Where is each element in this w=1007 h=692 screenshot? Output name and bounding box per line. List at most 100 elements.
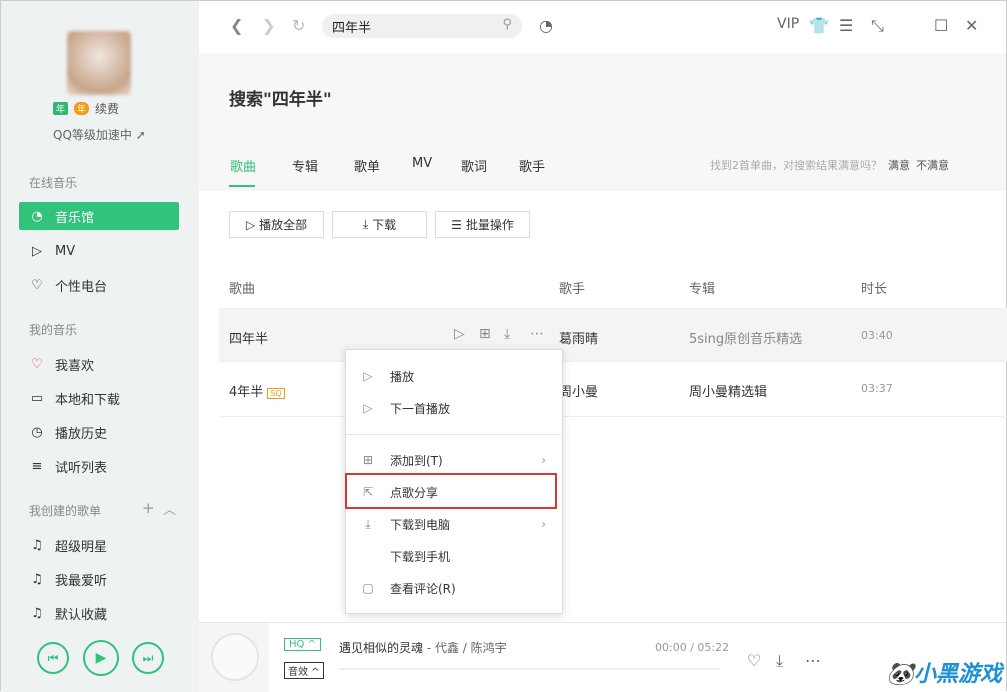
section-created-playlists: 我创建的歌单 xyxy=(29,504,102,518)
sidebar-item-label: 本地和下载 xyxy=(55,392,121,408)
unsatisfied-link[interactable]: 不满意 xyxy=(916,159,949,172)
avatar[interactable] xyxy=(67,31,131,95)
sidebar-item-playlist[interactable]: ♫ 超级明星 xyxy=(19,531,179,559)
sidebar-item-label: 我喜欢 xyxy=(55,358,95,374)
tab-albums[interactable]: 专辑 xyxy=(292,156,318,175)
row-add-icon[interactable]: ⊞ xyxy=(479,326,491,342)
tab-mv[interactable]: MV xyxy=(412,156,432,171)
album-disc-icon[interactable] xyxy=(211,633,259,681)
forward-icon[interactable]: ❯ xyxy=(262,16,275,35)
sidebar-item-label: 个性电台 xyxy=(55,279,108,295)
table-row[interactable]: 4年半 SQ 周小曼 周小曼精选辑 03:37 xyxy=(219,363,1007,417)
song-album[interactable]: 5sing原创音乐精选 xyxy=(689,328,802,347)
refresh-icon[interactable]: ↻ xyxy=(292,16,305,35)
menu-item-download-pc[interactable]: ⤓ 下载到电脑 › xyxy=(346,508,562,540)
sound-effect-button[interactable]: 音效 ^ xyxy=(284,662,324,679)
skin-icon[interactable]: 👕 xyxy=(809,16,829,35)
sidebar-item-music-hall[interactable]: ◔ 音乐馆 xyxy=(19,202,179,230)
luxury-badge[interactable]: 年 xyxy=(74,102,90,115)
play-button[interactable]: ▶ xyxy=(83,640,119,676)
sidebar-item-favorites[interactable]: ♡ 我喜欢 xyxy=(19,350,179,378)
renew-link[interactable]: 续费 xyxy=(95,100,119,117)
search-icon[interactable]: ⚲ xyxy=(502,17,512,32)
menu-item-add-to[interactable]: ⊞ 添加到(T) › xyxy=(346,444,562,476)
menu-icon[interactable]: ☰ xyxy=(839,16,853,35)
section-online-music: 在线音乐 xyxy=(29,176,78,190)
music-recognition-icon[interactable]: ◔ xyxy=(539,16,553,35)
more-icon[interactable]: ⋯ xyxy=(805,651,821,670)
column-header-song[interactable]: 歌曲 xyxy=(229,278,255,297)
song-duration: 03:40 xyxy=(861,329,893,342)
menu-item-download-phone[interactable]: 下载到手机 xyxy=(346,540,562,572)
previous-button[interactable]: ⏮ xyxy=(37,642,69,674)
green-diamond-badge[interactable]: 年 xyxy=(53,102,69,115)
download-label: 下载 xyxy=(372,218,397,232)
now-playing-artist[interactable]: - 代鑫 / 陈鸿宇 xyxy=(423,641,507,655)
menu-item-label: 添加到(T) xyxy=(390,453,443,468)
now-playing[interactable]: 遇见相似的灵魂 - 代鑫 / 陈鸿宇 xyxy=(339,639,507,656)
column-header-duration[interactable]: 时长 xyxy=(861,278,887,297)
sidebar-item-radio[interactable]: ♡ 个性电台 xyxy=(19,271,179,299)
menu-item-label: 下载到手机 xyxy=(390,549,451,564)
song-title[interactable]: 4年半 SQ xyxy=(229,381,285,400)
song-singer[interactable]: 葛雨晴 xyxy=(559,328,598,347)
sidebar-item-playlist[interactable]: ♫ 我最爱听 xyxy=(19,565,179,593)
menu-item-play[interactable]: ▷ 播放 xyxy=(346,360,562,392)
section-my-music: 我的音乐 xyxy=(29,323,78,337)
play-all-button[interactable]: ▷ 播放全部 xyxy=(229,211,324,238)
column-header-album[interactable]: 专辑 xyxy=(689,278,715,297)
sidebar-item-label: 超级明星 xyxy=(55,539,108,555)
tab-songs[interactable]: 歌曲 xyxy=(230,156,256,175)
menu-item-play-next[interactable]: ▷ 下一首播放 xyxy=(346,392,562,424)
progress-bar[interactable] xyxy=(339,668,719,670)
monitor-icon: ▭ xyxy=(30,390,44,406)
player-bar xyxy=(199,622,1006,692)
toolbar xyxy=(199,1,1006,53)
download-button[interactable]: ⤓ 下载 xyxy=(332,211,427,238)
tab-playlists[interactable]: 歌单 xyxy=(354,156,380,175)
satisfaction-question: 找到2首单曲，对搜索结果满意吗？ xyxy=(710,159,882,172)
mini-mode-icon[interactable]: ⤡ xyxy=(871,16,884,36)
like-icon[interactable]: ♡ xyxy=(747,651,761,670)
close-icon[interactable]: ✕ xyxy=(965,16,978,35)
play-icon: ▷ xyxy=(245,217,256,232)
tab-lyrics[interactable]: 歌词 xyxy=(461,156,487,175)
menu-item-comments[interactable]: ▢ 查看评论(R) xyxy=(346,572,562,604)
menu-item-label: 下载到电脑 xyxy=(390,517,451,532)
next-button[interactable]: ⏭ xyxy=(132,642,164,674)
quality-button[interactable]: HQ ^ xyxy=(284,638,321,651)
search-input[interactable]: 四年半 ⚲ xyxy=(322,14,522,38)
batch-operation-button[interactable]: ☰ 批量操作 xyxy=(435,211,530,238)
vip-link[interactable]: VIP xyxy=(777,16,799,32)
table-row[interactable]: 四年半 葛雨晴 5sing原创音乐精选 03:40 xyxy=(219,308,1007,362)
sidebar-item-label: 默认收藏 xyxy=(55,607,108,623)
song-title[interactable]: 四年半 xyxy=(229,328,268,347)
chevron-right-icon: › xyxy=(541,517,546,531)
download-icon[interactable]: ⤓ xyxy=(776,651,783,671)
row-download-icon[interactable]: ⤓ xyxy=(504,326,510,342)
sidebar-item-queue[interactable]: ≡ 试听列表 xyxy=(19,452,179,480)
song-album[interactable]: 周小曼精选辑 xyxy=(689,381,767,400)
play-next-icon: ▷ xyxy=(363,401,373,415)
music-note-icon: ♫ xyxy=(31,571,43,587)
tab-singers[interactable]: 歌手 xyxy=(519,156,545,175)
sidebar-item-history[interactable]: ◷ 播放历史 xyxy=(19,418,179,446)
sidebar-item-local[interactable]: ▭ 本地和下载 xyxy=(19,384,179,412)
collapse-icon[interactable]: ︿ xyxy=(163,499,176,518)
qq-level[interactable]: QQ等级加速中 ➚ xyxy=(53,126,146,143)
back-icon[interactable]: ❮ xyxy=(230,16,243,35)
row-play-icon[interactable]: ▷ xyxy=(454,326,465,342)
sidebar-item-mv[interactable]: ▷ MV xyxy=(19,237,179,265)
satisfied-link[interactable]: 满意 xyxy=(888,159,910,172)
music-hall-icon: ◔ xyxy=(31,208,43,224)
now-playing-title[interactable]: 遇见相似的灵魂 xyxy=(339,641,423,655)
song-singer[interactable]: 周小曼 xyxy=(559,381,598,400)
row-more-icon[interactable]: ⋯ xyxy=(530,326,544,342)
column-header-singer[interactable]: 歌手 xyxy=(559,278,585,297)
page-title: 搜索"四年半" xyxy=(229,90,332,110)
song-title-text: 4年半 xyxy=(229,385,264,400)
play-all-label: 播放全部 xyxy=(259,218,308,232)
add-playlist-icon[interactable]: + xyxy=(142,499,155,517)
menu-item-label: 下一首播放 xyxy=(390,401,451,416)
maximize-icon[interactable]: ☐ xyxy=(934,16,948,35)
